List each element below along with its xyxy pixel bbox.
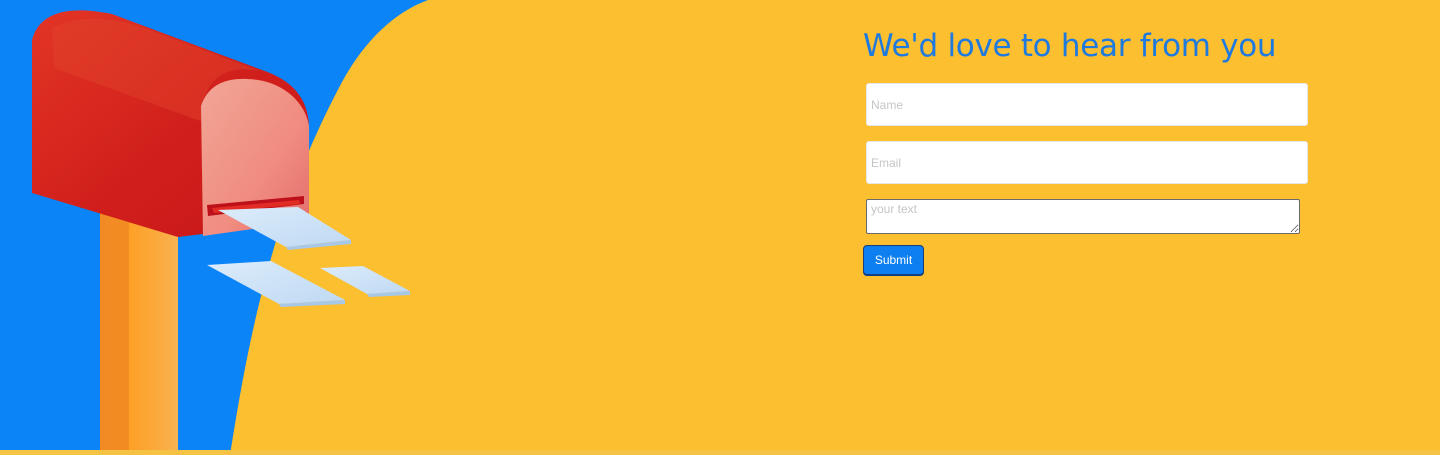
email-input[interactable]	[866, 141, 1308, 184]
letter-3	[320, 266, 410, 294]
mailbox-illustration	[0, 0, 428, 455]
bottom-edge-strip	[0, 450, 1440, 455]
contact-title: We'd love to hear from you	[863, 28, 1277, 64]
message-textarea[interactable]	[866, 199, 1300, 234]
submit-button[interactable]: Submit	[863, 245, 924, 275]
contact-page: We'd love to hear from you Submit	[0, 0, 1440, 455]
post-shadow	[100, 193, 129, 455]
contact-form: We'd love to hear from you Submit	[863, 24, 1313, 275]
name-input[interactable]	[866, 83, 1308, 126]
